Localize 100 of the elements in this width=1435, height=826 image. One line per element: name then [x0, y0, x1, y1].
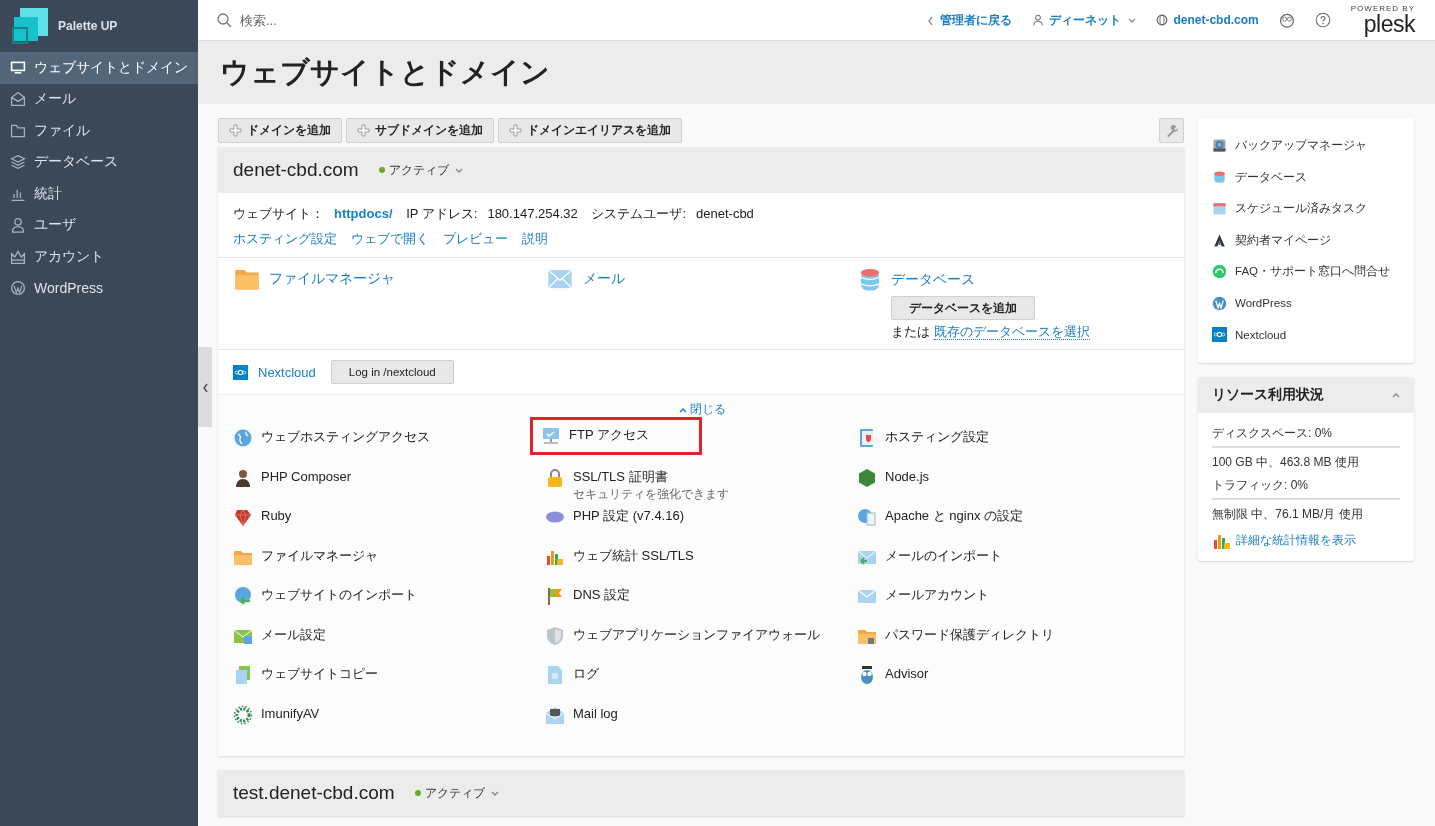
tool-label: Mail log — [573, 704, 618, 723]
tool-item[interactable]: ログ — [545, 665, 603, 685]
select-database-link[interactable]: 既存のデータベースを選択 — [933, 324, 1090, 340]
monitor-icon — [10, 59, 26, 76]
wordpress-icon — [1212, 295, 1227, 311]
tool-item[interactable]: ファイルマネージャ — [233, 546, 382, 567]
tool-item[interactable]: PHP Composer — [233, 467, 356, 488]
tool-item[interactable]: SSL/TLS 証明書 セキュリティを強化できます — [545, 467, 733, 503]
nextcloud-icon — [233, 364, 248, 380]
tool-item[interactable]: メールアカウント — [857, 586, 993, 606]
tool-item[interactable]: Mail log — [545, 704, 622, 725]
tool-label: SSL/TLS 証明書 — [573, 467, 669, 486]
tool-item[interactable]: ImunifyAV — [233, 704, 324, 725]
sidebar-item[interactable]: ファイル — [0, 115, 198, 147]
tool-item[interactable]: Ruby — [233, 507, 296, 527]
service-link[interactable]: メール — [545, 266, 857, 292]
add-button[interactable]: ドメインエイリアスを追加 — [498, 118, 682, 143]
quick-link[interactable]: 契約者マイページ — [1212, 224, 1400, 256]
gear-icon — [233, 704, 253, 725]
tool-label: FTP アクセス — [569, 426, 649, 444]
tool-description: セキュリティを強化できます — [573, 485, 729, 503]
status-dot — [378, 167, 385, 173]
calendar-icon — [1212, 201, 1227, 217]
app-link[interactable]: Nextcloud — [258, 364, 316, 380]
tool-label: PHP 設定 (v7.4.16) — [573, 507, 685, 525]
owl-icon[interactable] — [1278, 12, 1295, 28]
quick-link[interactable]: Nextcloud — [1212, 319, 1400, 351]
user-menu[interactable]: ディーネット — [1032, 11, 1137, 29]
tool-label: ウェブ統計 SSL/TLS — [573, 546, 694, 565]
domain-link[interactable]: 説明 — [522, 231, 548, 246]
status-label[interactable]: アクティブ — [424, 784, 485, 802]
hexagon-icon — [857, 467, 877, 488]
sidebar-item[interactable]: WordPress — [0, 272, 198, 304]
tool-item[interactable]: パスワード保護ディレクトリ — [857, 625, 1058, 646]
sidebar-item[interactable]: メール — [0, 83, 198, 115]
tool-item[interactable]: PHP 設定 (v7.4.16) — [545, 507, 689, 527]
user-icon — [10, 217, 26, 234]
sidebar-item[interactable]: アカウント — [0, 241, 198, 273]
document-icon — [233, 665, 253, 685]
sidebar-item[interactable]: ユーザ — [0, 209, 198, 241]
service-link[interactable]: データベース — [857, 266, 1169, 294]
sidebar-item[interactable]: データベース — [0, 146, 198, 178]
database-icon — [1212, 169, 1227, 185]
domain-link[interactable]: ホスティング設定 — [233, 231, 337, 246]
tool-label: ウェブアプリケーションファイアウォール — [573, 625, 820, 644]
tool-label: Node.js — [885, 467, 930, 486]
ip-address: 180.147.254.32 — [487, 206, 578, 221]
tool-item[interactable]: Apache と nginx の設定 — [857, 507, 1027, 527]
quick-link[interactable]: バックアップマネージャ — [1212, 130, 1400, 162]
tool-item[interactable]: メール設定 — [233, 625, 330, 646]
website-link[interactable]: httpdocs/ — [334, 206, 393, 221]
tool-label: ウェブサイトのインポート — [261, 586, 417, 604]
login-button[interactable]: Log in /nextcloud — [330, 360, 454, 384]
statistics-link[interactable]: 詳細な統計情報を表示 — [1212, 530, 1400, 551]
tool-item[interactable]: ウェブサイトコピー — [233, 665, 382, 685]
quick-link[interactable]: WordPress — [1212, 287, 1400, 319]
panel-title: リソース利用状況 — [1212, 385, 1324, 404]
tool-item[interactable]: Advisor — [857, 665, 933, 685]
domain-link[interactable]: ウェブで開く — [351, 231, 429, 246]
domain-link[interactable]: denet-cbd.com — [1156, 13, 1259, 27]
collapse-link[interactable]: 閉じる — [676, 401, 726, 418]
tool-label: Ruby — [261, 507, 292, 525]
highlight-frame[interactable]: FTP アクセス — [533, 420, 699, 452]
search-icon — [216, 12, 232, 28]
tool-item[interactable]: ホスティング設定 — [857, 428, 993, 448]
logo-wordmark[interactable]: plesk — [1363, 12, 1415, 36]
tool-label: ウェブサイトコピー — [261, 665, 378, 683]
tool-label: ImunifyAV — [261, 704, 320, 723]
tool-item[interactable]: ウェブアプリケーションファイアウォール — [545, 625, 824, 646]
status-label[interactable]: アクティブ — [388, 161, 449, 179]
service-link[interactable]: ファイルマネージャ — [233, 266, 545, 292]
sidebar-item[interactable]: ウェブサイトとドメイン — [0, 52, 198, 84]
back-link[interactable]: 管理者に戻る — [925, 11, 1013, 29]
plus-icon — [229, 124, 242, 137]
lock-icon — [545, 467, 565, 488]
globe-icon — [1156, 14, 1169, 26]
layers-icon — [10, 154, 26, 171]
quick-link[interactable]: スケジュール済みタスク — [1212, 193, 1400, 225]
quick-link[interactable]: FAQ・サポート窓口へ問合せ — [1212, 256, 1400, 288]
tool-label: ファイルマネージャ — [261, 546, 378, 565]
envelope-icon — [545, 704, 565, 725]
help-icon[interactable] — [1314, 12, 1331, 28]
user-icon — [1032, 14, 1045, 26]
domain-link[interactable]: プレビュー — [443, 231, 508, 246]
tool-item[interactable]: Node.js — [857, 467, 934, 488]
tool-item[interactable]: ウェブ統計 SSL/TLS — [545, 546, 698, 567]
tool-item[interactable]: ウェブホスティングアクセス — [233, 428, 434, 448]
or-label: または — [891, 324, 930, 339]
add-button[interactable]: サブドメインを追加 — [346, 118, 494, 143]
add-database-button[interactable]: データベースを追加 — [891, 296, 1035, 320]
plus-icon — [509, 124, 522, 137]
tool-item[interactable]: メールのインポート — [857, 546, 1006, 567]
tool-item[interactable]: ウェブサイトのインポート — [233, 586, 421, 606]
tool-item[interactable]: DNS 設定 — [545, 586, 635, 606]
gem-icon — [233, 507, 253, 527]
sidebar-item[interactable]: 統計 — [0, 178, 198, 210]
page-title: ウェブサイトとドメイン — [220, 54, 550, 90]
wrench-icon — [1164, 123, 1179, 138]
add-button[interactable]: ドメインを追加 — [218, 118, 342, 143]
quick-link[interactable]: データベース — [1212, 161, 1400, 193]
